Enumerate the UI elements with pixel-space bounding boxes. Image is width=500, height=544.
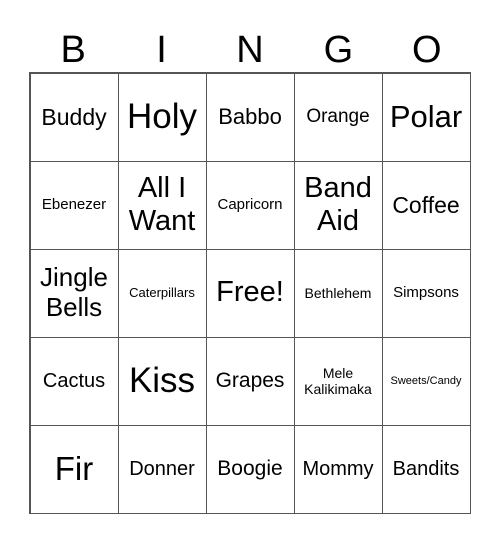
bingo-cell[interactable]: Cactus [29,336,119,426]
bingo-cell[interactable]: Kiss [117,336,207,426]
bingo-cell[interactable]: Mommy [293,424,383,514]
bingo-cell[interactable]: Band Aid [293,160,383,250]
bingo-cell[interactable]: Bethlehem [293,248,383,338]
header-letter-n: N [236,29,264,71]
bingo-cell[interactable]: Fir [29,424,119,514]
bingo-cell[interactable]: Grapes [205,336,295,426]
bingo-cell[interactable]: Capricorn [205,160,295,250]
bingo-cell-free[interactable]: Free! [205,248,295,338]
bingo-cell[interactable]: Sweets/Candy [381,336,471,426]
header-letter-i: I [156,29,167,71]
bingo-cell[interactable]: Donner [117,424,207,514]
bingo-cell[interactable]: Simpsons [381,248,471,338]
bingo-cell[interactable]: Holy [117,72,207,162]
header-letter-b: B [60,29,86,71]
bingo-cell[interactable]: Buddy [29,72,119,162]
bingo-cell[interactable]: Boogie [205,424,295,514]
bingo-cell[interactable]: Bandits [381,424,471,514]
bingo-cell[interactable]: All I Want [117,160,207,250]
bingo-cell[interactable]: Babbo [205,72,295,162]
bingo-cell[interactable]: Mele Kalikimaka [293,336,383,426]
bingo-cell[interactable]: Orange [293,72,383,162]
bingo-header: B I N G O [29,28,471,72]
bingo-grid: Buddy Holy Babbo Orange Polar Ebenezer A… [29,72,471,514]
bingo-cell[interactable]: Polar [381,72,471,162]
bingo-cell[interactable]: Ebenezer [29,160,119,250]
bingo-cell[interactable]: Coffee [381,160,471,250]
bingo-cell[interactable]: Jingle Bells [29,248,119,338]
bingo-cell[interactable]: Caterpillars [117,248,207,338]
header-letter-g: G [323,29,354,71]
header-letter-o: O [411,29,442,71]
